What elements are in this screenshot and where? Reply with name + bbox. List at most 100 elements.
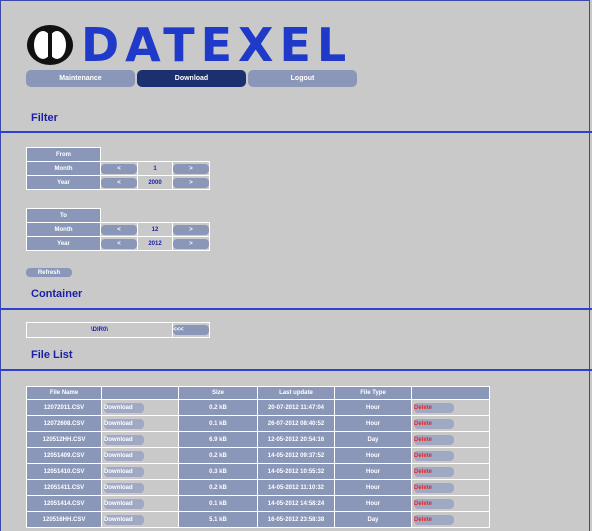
delete-button[interactable]: Delete [414, 434, 454, 445]
file-type: Hour [334, 399, 412, 416]
from-month-value: 1 [153, 165, 157, 172]
filter-from-table: From Month < 1 > Year < 2000 > [26, 147, 210, 190]
file-type: Hour [334, 447, 412, 464]
filter-title: Filter [31, 112, 58, 124]
col-size: Size [178, 386, 258, 400]
file-last-update: 14-05-2012 11:10:32 [257, 479, 335, 496]
file-size: 0.1 kB [178, 415, 258, 432]
col-download [101, 386, 179, 400]
container-divider [0, 308, 592, 310]
delete-button[interactable]: Delete [414, 482, 454, 493]
from-year-label: Year [26, 175, 101, 190]
nav-logout-button[interactable]: Logout [248, 70, 357, 87]
table-row: 12051411.CSV Download 0.2 kB 14-05-2012 11:… [26, 479, 490, 496]
file-type: Day [334, 511, 412, 528]
to-header: To [26, 208, 101, 223]
file-size: 0.2 kB [178, 447, 258, 464]
to-year-prev-button[interactable]: < [101, 238, 137, 249]
to-month-next-button[interactable]: > [173, 224, 209, 235]
from-month-prev-button[interactable]: < [101, 163, 137, 174]
file-list-divider [0, 369, 592, 371]
from-year-prev-button[interactable]: < [101, 177, 137, 188]
file-name: 12051414.CSV [26, 495, 102, 512]
filter-divider [0, 131, 592, 133]
file-name: 12072608.CSV [26, 415, 102, 432]
table-row: 120512HH.CSV Download 6.9 kB 12-05-2012 20:… [26, 431, 490, 448]
to-year-value: 2012 [148, 240, 162, 247]
file-size: 0.2 kB [178, 399, 258, 416]
col-file-type: File Type [334, 386, 412, 400]
from-month-label: Month [26, 161, 101, 176]
delete-button[interactable]: Delete [414, 402, 454, 413]
to-year-next-button[interactable]: > [173, 238, 209, 249]
file-list-title: File List [31, 349, 73, 361]
table-row: 12051409.CSV Download 0.2 kB 14-05-2012 09:… [26, 447, 490, 464]
download-button[interactable]: Download [104, 434, 144, 445]
download-button[interactable]: Download [104, 498, 144, 509]
to-month-value: 12 [151, 226, 159, 233]
file-type: Hour [334, 415, 412, 432]
filter-to-table: To Month < 12 > Year < 2012 > [26, 208, 210, 251]
download-button[interactable]: Download [104, 450, 144, 461]
from-year-next-button[interactable]: > [173, 177, 209, 188]
file-name: 12051410.CSV [26, 463, 102, 480]
container-title: Container [31, 288, 83, 300]
brand-logo: DATEXEL [25, 21, 352, 69]
download-button[interactable]: Download [104, 514, 144, 525]
download-button[interactable]: Download [104, 482, 144, 493]
delete-button[interactable]: Delete [414, 498, 454, 509]
file-name: 12072011.CSV [26, 399, 102, 416]
file-type: Hour [334, 463, 412, 480]
brand-logo-mark-icon [25, 23, 75, 67]
file-name: 120516HH.CSV [26, 511, 102, 528]
file-size: 0.3 kB [178, 463, 258, 480]
download-button[interactable]: Download [104, 466, 144, 477]
file-size: 0.1 kB [178, 495, 258, 512]
file-size: 6.9 kB [178, 431, 258, 448]
file-last-update: 14-05-2012 14:58:24 [257, 495, 335, 512]
refresh-button[interactable]: Refresh [26, 268, 72, 277]
file-last-update: 16-05-2012 23:58:38 [257, 511, 335, 528]
from-year-value: 2000 [148, 179, 162, 186]
download-button[interactable]: Download [104, 402, 144, 413]
nav-download-button[interactable]: Download [137, 70, 246, 87]
delete-button[interactable]: Delete [414, 418, 454, 429]
file-name: 120512HH.CSV [26, 431, 102, 448]
table-row: 12072011.CSV Download 0.2 kB 20-07-2012 11:… [26, 399, 490, 416]
file-last-update: 14-05-2012 09:37:52 [257, 447, 335, 464]
file-last-update: 20-07-2012 11:47:04 [257, 399, 335, 416]
to-month-prev-button[interactable]: < [101, 224, 137, 235]
file-last-update: 26-07-2012 08:40:52 [257, 415, 335, 432]
file-type: Hour [334, 479, 412, 496]
main-nav: Maintenance Download Logout [26, 70, 357, 87]
delete-button[interactable]: Delete [414, 450, 454, 461]
to-month-label: Month [26, 222, 101, 237]
file-name: 12051409.CSV [26, 447, 102, 464]
table-row: 12072608.CSV Download 0.1 kB 26-07-2012 08:… [26, 415, 490, 432]
table-row: 120516HH.CSV Download 5.1 kB 16-05-2012 23:… [26, 511, 490, 528]
from-month-next-button[interactable]: > [173, 163, 209, 174]
delete-button[interactable]: Delete [414, 514, 454, 525]
from-header: From [26, 147, 101, 162]
brand-name: DATEXEL [81, 18, 353, 72]
to-year-label: Year [26, 236, 101, 251]
delete-button[interactable]: Delete [414, 466, 454, 477]
file-name: 12051411.CSV [26, 479, 102, 496]
table-row: 12051410.CSV Download 0.3 kB 14-05-2012 10:… [26, 463, 490, 480]
file-type: Hour [334, 495, 412, 512]
file-size: 5.1 kB [178, 511, 258, 528]
download-button[interactable]: Download [104, 418, 144, 429]
col-file-name: File Name [26, 386, 102, 400]
file-table: File Name Size Last update File Type 120… [26, 386, 490, 528]
col-last-update: Last update [257, 386, 335, 400]
container-row: \DIR0\ <<< [26, 322, 210, 338]
nav-maintenance-button[interactable]: Maintenance [26, 70, 135, 87]
col-delete [411, 386, 490, 400]
table-row: 12051414.CSV Download 0.1 kB 14-05-2012 14:… [26, 495, 490, 512]
file-last-update: 12-05-2012 20:54:16 [257, 431, 335, 448]
file-size: 0.2 kB [178, 479, 258, 496]
container-back-button[interactable]: <<< [173, 325, 209, 335]
file-last-update: 14-05-2012 10:55:32 [257, 463, 335, 480]
file-type: Day [334, 431, 412, 448]
container-path: \DIR0\ [27, 323, 173, 337]
